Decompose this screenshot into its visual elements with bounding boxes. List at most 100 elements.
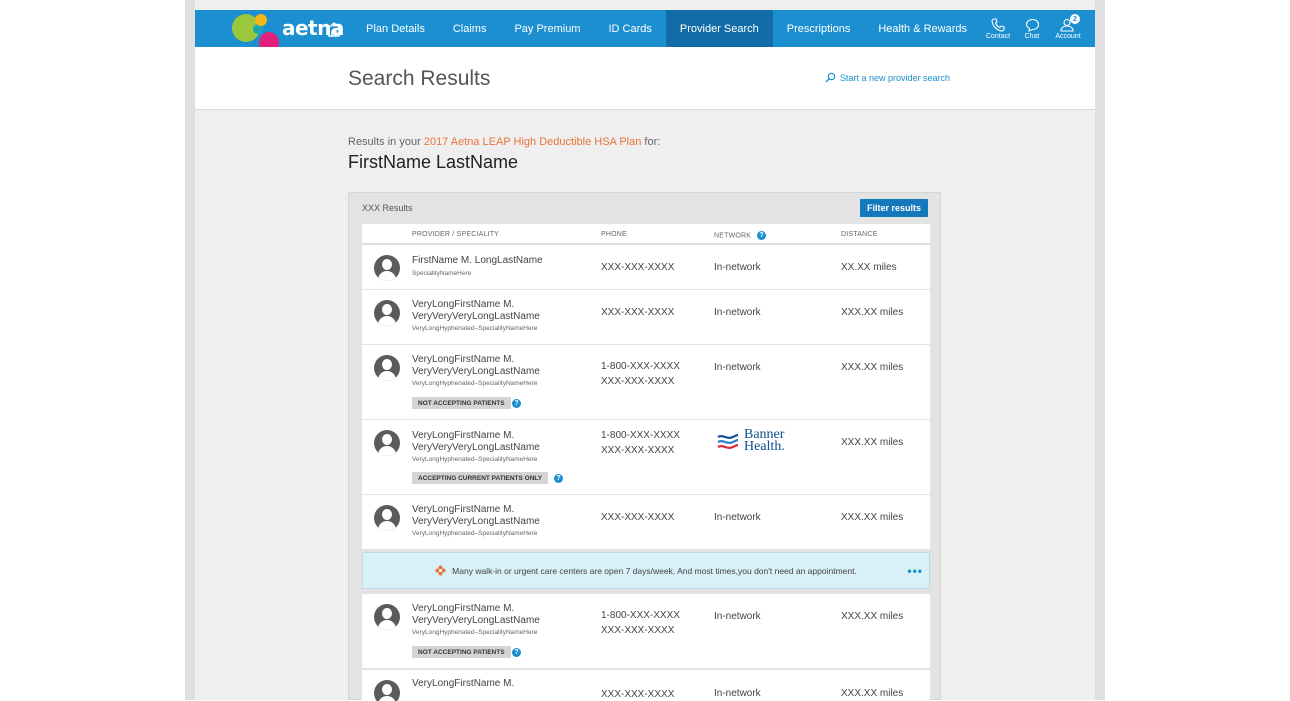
provider-name-last[interactable]: VeryVeryVeryLongLastName [412, 442, 540, 454]
nav-pay-premium[interactable]: Pay Premium [500, 10, 594, 47]
provider-distance: XXX.XX miles [841, 688, 904, 699]
provider-avatar [374, 355, 400, 381]
nav-plan-details[interactable]: Plan Details [352, 10, 439, 47]
results-table-header: PROVIDER / SPECIALITY PHONE NETWORK? DIS… [362, 224, 930, 244]
provider-avatar [374, 680, 400, 701]
network-header-label: NETWORK [714, 232, 752, 240]
status-help-icon[interactable]: ? [512, 648, 521, 657]
top-nav: aetna Plan Details Claims Pay Premium ID… [195, 10, 1095, 54]
logo-text: aetna [282, 16, 344, 40]
provider-distance: XXX.XX miles [841, 512, 904, 523]
table-row[interactable]: VeryLongFirstName M. VeryVeryVeryLongLas… [362, 494, 930, 549]
results-suffix: for: [644, 136, 661, 148]
provider-distance: XXX.XX miles [841, 437, 904, 448]
column-header-phone[interactable]: PHONE [601, 231, 627, 238]
table-row[interactable]: VeryLongFirstName M. VeryVeryVeryLongLas… [362, 344, 930, 419]
flower-icon [435, 565, 446, 576]
contact-label: Contact [985, 32, 1011, 40]
provider-phone[interactable]: XXX-XXX-XXXX [601, 260, 674, 275]
nav-claims[interactable]: Claims [439, 10, 501, 47]
provider-phone[interactable]: XXX-XXX-XXXX [601, 510, 674, 525]
nav-provider-search[interactable]: Provider Search [665, 10, 773, 47]
provider-specialty: VeryLongHyphenated–SpecialityNameHere [412, 629, 538, 636]
provider-specialty: VeryLongHyphenated–SpecialityNameHere [412, 456, 538, 463]
nav-prescriptions[interactable]: Prescriptions [773, 10, 865, 47]
banner-health-line2: Health. [744, 439, 785, 454]
accepting-current-patients-badge: ACCEPTING CURRENT PATIENTS ONLY [412, 472, 549, 484]
not-accepting-patients-badge: NOT ACCEPTING PATIENTS [412, 397, 511, 409]
results-panel: XXX Results Filter results PROVIDER / SP… [348, 192, 941, 701]
provider-distance: XXX.XX miles [841, 307, 904, 318]
table-row[interactable]: VeryLongFirstName M. VeryVeryVeryLongLas… [362, 593, 930, 668]
status-help-icon[interactable]: ? [512, 399, 521, 408]
logo-yellow-dot [255, 14, 267, 26]
provider-phone-secondary[interactable]: XXX-XXX-XXXX [601, 443, 674, 458]
provider-name-first[interactable]: VeryLongFirstName M. [412, 603, 514, 615]
banner-health-wordmark: Banner Health. [744, 428, 785, 454]
status-help-icon[interactable]: ? [554, 474, 563, 483]
account-label: Account [1055, 32, 1081, 40]
account-button[interactable]: 2 Account [1049, 10, 1087, 47]
chat-button[interactable]: Chat [1015, 10, 1049, 47]
phone-icon [991, 17, 1005, 32]
aetna-logo[interactable]: aetna [195, 10, 344, 54]
provider-name-first[interactable]: VeryLongFirstName M. [412, 430, 514, 442]
provider-name-first[interactable]: VeryLongFirstName M. [412, 354, 514, 366]
page-header: Search Results Start a new provider sear… [195, 47, 1095, 110]
provider-name-first[interactable]: VeryLongFirstName M. [412, 504, 514, 516]
provider-distance: XXX.XX miles [841, 362, 904, 373]
provider-phone[interactable]: XXX-XXX-XXXX [601, 305, 674, 320]
provider-phone[interactable]: 1-800-XXX-XXXX [601, 359, 680, 374]
provider-avatar [374, 300, 400, 326]
results-for-line: Results in your 2017 Aetna LEAP High Ded… [348, 136, 660, 148]
provider-avatar [374, 505, 400, 531]
column-header-network[interactable]: NETWORK? [714, 231, 767, 240]
provider-specialty: VeryLongHyphenated–SpecialityNameHere [412, 380, 538, 387]
nav-health-rewards[interactable]: Health & Rewards [864, 10, 981, 47]
contact-button[interactable]: Contact [981, 10, 1015, 47]
provider-name-first[interactable]: VeryLongFirstName M. [412, 678, 514, 690]
plan-name-link[interactable]: 2017 Aetna LEAP High Deductible HSA Plan [424, 136, 642, 148]
nav-id-cards[interactable]: ID Cards [594, 10, 665, 47]
provider-phone-secondary[interactable]: XXX-XXX-XXXX [601, 623, 674, 638]
tip-text: Many walk-in or urgent care centers are … [452, 565, 857, 576]
table-row[interactable]: FirstName M. LongLastName SpecialityName… [362, 244, 930, 289]
provider-specialty: SpecialityNameHere [412, 270, 472, 277]
new-provider-search-link[interactable]: Start a new provider search [825, 72, 950, 83]
table-row[interactable]: VeryLongFirstName M. XXX-XXX-XXXX In-net… [362, 669, 930, 701]
provider-name-last[interactable]: VeryVeryVeryLongLastName [412, 615, 540, 627]
provider-network: In-network [714, 307, 761, 318]
provider-network: In-network [714, 611, 761, 622]
provider-phone[interactable]: XXX-XXX-XXXX [601, 687, 674, 701]
table-row[interactable]: VeryLongFirstName M. VeryVeryVeryLongLas… [362, 419, 930, 494]
more-options-icon[interactable]: ••• [907, 564, 923, 578]
urgent-care-tip-banner: Many walk-in or urgent care centers are … [362, 552, 930, 589]
provider-name-last[interactable]: VeryVeryVeryLongLastName [412, 311, 540, 323]
not-accepting-patients-badge: NOT ACCEPTING PATIENTS [412, 646, 511, 658]
column-header-distance[interactable]: DISTANCE [841, 231, 877, 238]
provider-avatar [374, 430, 400, 456]
results-prefix: Results in your [348, 136, 421, 148]
provider-phone[interactable]: 1-800-XXX-XXXX [601, 428, 680, 443]
provider-distance: XXX.XX miles [841, 611, 904, 622]
provider-distance: XX.XX miles [841, 262, 897, 273]
network-help-icon[interactable]: ? [757, 231, 767, 240]
table-row[interactable]: VeryLongFirstName M. VeryVeryVeryLongLas… [362, 289, 930, 344]
results-count: XXX Results [362, 203, 413, 213]
provider-avatar [374, 604, 400, 630]
provider-phone-secondary[interactable]: XXX-XXX-XXXX [601, 374, 674, 389]
filter-results-button[interactable]: Filter results [860, 199, 928, 217]
provider-name-last[interactable]: VeryVeryVeryLongLastName [412, 516, 540, 528]
page-title: Search Results [348, 67, 491, 90]
provider-name[interactable]: FirstName M. LongLastName [412, 255, 543, 267]
new-search-label: Start a new provider search [840, 72, 951, 83]
provider-network: In-network [714, 362, 761, 373]
search-icon [825, 72, 836, 83]
column-header-provider[interactable]: PROVIDER / SPECIALITY [412, 231, 499, 238]
provider-specialty: VeryLongHyphenated–SpecialityNameHere [412, 530, 538, 537]
provider-specialty: VeryLongHyphenated–SpecialityNameHere [412, 325, 538, 332]
provider-network: In-network [714, 688, 761, 699]
provider-name-last[interactable]: VeryVeryVeryLongLastName [412, 366, 540, 378]
provider-phone[interactable]: 1-800-XXX-XXXX [601, 608, 680, 623]
provider-name-first[interactable]: VeryLongFirstName M. [412, 299, 514, 311]
